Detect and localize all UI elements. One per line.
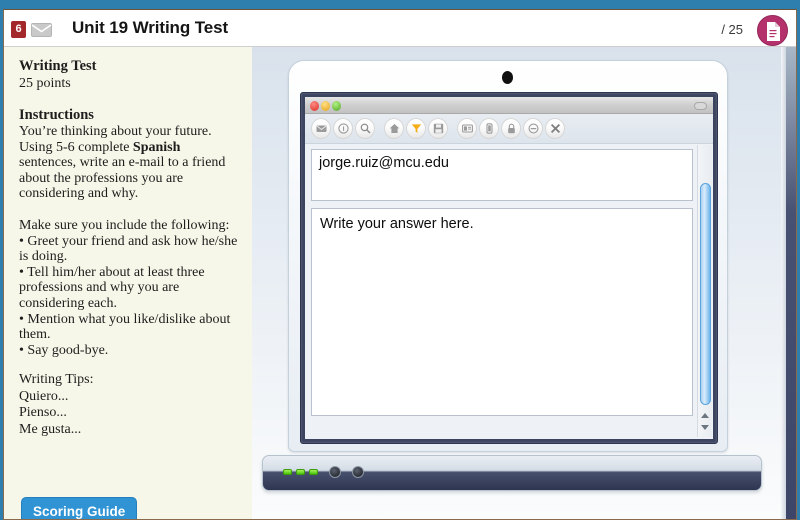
document-icon[interactable] <box>757 15 788 46</box>
minus-icon[interactable] <box>523 118 543 139</box>
list-item: • Greet your friend and ask how he/she i… <box>19 233 238 265</box>
home-icon[interactable] <box>384 118 404 139</box>
instructions-bold-word: Spanish <box>132 139 181 155</box>
writing-tip: Me gusta... <box>19 421 82 437</box>
stage-edge-shadow <box>786 47 796 519</box>
writing-tips-block: Writing Tips: Quiero... Pienso... Me gus… <box>19 372 238 438</box>
vertical-scrollbar[interactable] <box>697 145 712 437</box>
audio-port-icon <box>352 466 364 478</box>
page-root: 6 Unit 19 Writing Test / 25 Writing Test… <box>0 0 800 520</box>
list-item: • Tell him/her about at least three prof… <box>19 264 205 311</box>
include-intro-text: Make sure you include the following: <box>19 217 230 233</box>
email-recipient-value: jorge.ruiz@mcu.edu <box>319 155 449 171</box>
toolbar-button-row <box>311 118 565 139</box>
titlebar-toggle-button[interactable] <box>694 102 707 110</box>
sidebar-points: 25 points <box>19 76 71 91</box>
close-icon[interactable] <box>545 118 565 139</box>
scroll-down-arrow-icon[interactable] <box>701 425 709 430</box>
instructions-sidebar: Writing Test 25 points Instructions You’… <box>4 47 252 519</box>
laptop-bezel: jorge.ruiz@mcu.edu Write your answer her… <box>300 92 718 444</box>
instructions-text-part-1: You’re thinking about your future. Using… <box>19 124 212 155</box>
webcam-icon <box>502 71 513 84</box>
filter-icon[interactable] <box>406 118 426 139</box>
status-led-icon <box>283 469 292 475</box>
window-titlebar <box>305 97 713 114</box>
close-red-button[interactable] <box>310 101 319 111</box>
list-item: • Say good-bye. <box>19 342 109 358</box>
laptop-lid: jorge.ruiz@mcu.edu Write your answer her… <box>288 60 728 452</box>
scroll-up-arrow-icon[interactable] <box>701 413 709 418</box>
minimize-yellow-button[interactable] <box>321 101 330 111</box>
page-title: Unit 19 Writing Test <box>72 18 229 37</box>
toolbar-separator <box>377 118 382 139</box>
question-number-badge: 6 <box>11 21 26 38</box>
scrollbar-thumb[interactable] <box>700 183 711 405</box>
lesson-page-card: 6 Unit 19 Writing Test / 25 Writing Test… <box>3 9 797 520</box>
lock-icon[interactable] <box>501 118 521 139</box>
email-recipient-field[interactable]: jorge.ruiz@mcu.edu <box>311 149 693 201</box>
instructions-text-part-2: sentences, write an e-mail to a friend a… <box>19 155 226 202</box>
answer-textarea[interactable]: Write your answer here. <box>311 208 693 416</box>
scoring-guide-button[interactable]: Scoring Guide <box>21 497 138 519</box>
mail-icon[interactable] <box>311 118 331 139</box>
audio-port-icon <box>329 466 341 478</box>
page-header: 6 Unit 19 Writing Test / 25 <box>4 10 796 47</box>
laptop-base <box>262 455 762 491</box>
toolbar-separator <box>450 118 455 139</box>
page-body: Writing Test 25 points Instructions You’… <box>4 47 796 519</box>
save-icon[interactable] <box>428 118 448 139</box>
list-item: • Mention what you like/dislike about th… <box>19 311 231 343</box>
instructions-heading: Instructions <box>19 107 94 123</box>
browser-top-strip <box>0 0 800 9</box>
writing-tip: Pienso... <box>19 405 67 421</box>
writing-tip: Quiero... <box>19 388 69 404</box>
sidebar-heading: Writing Test <box>19 58 97 74</box>
envelope-icon[interactable] <box>31 23 52 37</box>
instructions-paragraph: You’re thinking about your future. Using… <box>19 124 238 202</box>
status-led-icon <box>296 469 305 475</box>
window-toolbar <box>305 114 713 144</box>
requirements-list: • Greet your friend and ask how he/she i… <box>19 234 238 359</box>
writing-tips-heading: Writing Tips: <box>19 372 94 388</box>
activity-stage: jorge.ruiz@mcu.edu Write your answer her… <box>252 47 796 519</box>
search-icon[interactable] <box>355 118 375 139</box>
status-led-icon <box>309 469 318 475</box>
info-icon[interactable] <box>333 118 353 139</box>
gallery-icon[interactable] <box>457 118 477 139</box>
answer-placeholder-text: Write your answer here. <box>320 216 474 232</box>
zoom-green-button[interactable] <box>332 101 341 111</box>
question-progress-count: / 25 <box>721 22 743 37</box>
laptop-screen: jorge.ruiz@mcu.edu Write your answer her… <box>305 97 713 439</box>
battery-icon[interactable] <box>479 118 499 139</box>
